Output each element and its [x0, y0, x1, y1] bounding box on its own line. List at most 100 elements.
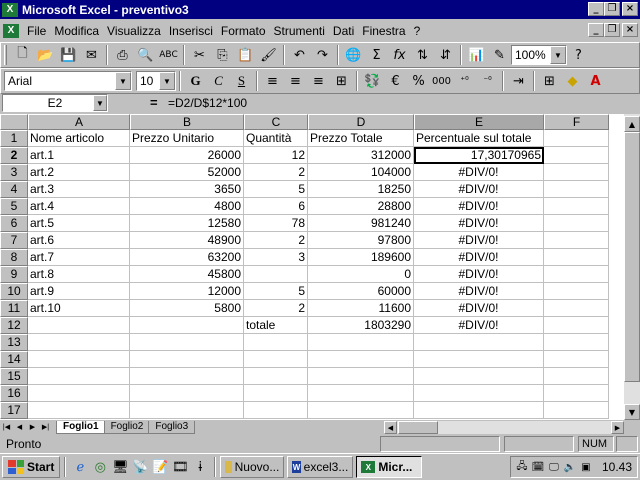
media-player-icon[interactable]: 🎞 [170, 457, 190, 477]
cell-d5[interactable]: 28800 [308, 198, 414, 215]
taskbar-button-excel3[interactable]: W excel3... [287, 456, 354, 478]
last-sheet-icon[interactable]: ▶| [39, 421, 52, 433]
cell-b17[interactable] [130, 402, 244, 419]
column-header-e[interactable]: E [414, 114, 544, 130]
increase-decimal-icon[interactable]: ⁺⁰ [453, 70, 476, 92]
cell-f2[interactable] [544, 147, 609, 164]
cell-b10[interactable]: 12000 [130, 283, 244, 300]
save-icon[interactable]: 💾 [57, 44, 80, 66]
cell-e2[interactable]: 17,30170965 [414, 147, 544, 164]
cell-d8[interactable]: 189600 [308, 249, 414, 266]
bold-button[interactable]: G [184, 70, 207, 92]
indent-icon[interactable]: ⇥ [507, 70, 530, 92]
chart-wizard-icon[interactable]: 📊 [465, 44, 488, 66]
cell-b2[interactable]: 26000 [130, 147, 244, 164]
cell-e12[interactable]: #DIV/0! [414, 317, 544, 334]
cell-f3[interactable] [544, 164, 609, 181]
channels-icon[interactable]: 📡 [130, 457, 150, 477]
cell-c10[interactable]: 5 [244, 283, 308, 300]
cell-c2[interactable]: 12 [244, 147, 308, 164]
volume-icon[interactable]: 🔈 [563, 460, 577, 474]
first-sheet-icon[interactable]: |◀ [0, 421, 13, 433]
cell-b14[interactable] [130, 351, 244, 368]
cell-d11[interactable]: 11600 [308, 300, 414, 317]
cell-c13[interactable] [244, 334, 308, 351]
email-icon[interactable]: ✉ [80, 44, 103, 66]
menu-file[interactable]: File [23, 24, 50, 38]
cell-b5[interactable]: 4800 [130, 198, 244, 215]
row-header[interactable]: 12 [0, 317, 28, 334]
row-header[interactable]: 14 [0, 351, 28, 368]
cell-a11[interactable]: art.10 [28, 300, 130, 317]
maximize-button[interactable]: ❐ [604, 2, 620, 16]
cell-d3[interactable]: 104000 [308, 164, 414, 181]
outlook-express-icon[interactable]: ◎ [90, 457, 110, 477]
toolbar-grip[interactable] [4, 45, 7, 65]
cell-f9[interactable] [544, 266, 609, 283]
workbook-icon[interactable]: X [3, 23, 19, 38]
cell-a3[interactable]: art.2 [28, 164, 130, 181]
cell-f4[interactable] [544, 181, 609, 198]
cell-e16[interactable] [414, 385, 544, 402]
cell-c9[interactable] [244, 266, 308, 283]
vertical-scrollbar[interactable]: ▲ ▼ [624, 114, 640, 420]
monitor-icon[interactable]: 🖵 [547, 460, 561, 474]
cell-a2[interactable]: art.1 [28, 147, 130, 164]
scroll-thumb[interactable] [624, 132, 640, 382]
row-header[interactable]: 4 [0, 181, 28, 198]
internet-explorer-icon[interactable]: ℯ [70, 457, 90, 477]
scroll-left-icon[interactable]: ◀ [384, 421, 397, 434]
undo-icon[interactable]: ↶ [288, 44, 311, 66]
cell-d9[interactable]: 0 [308, 266, 414, 283]
start-button[interactable]: Start [2, 456, 61, 478]
cell-e13[interactable] [414, 334, 544, 351]
cell-f16[interactable] [544, 385, 609, 402]
cell-e10[interactable]: #DIV/0! [414, 283, 544, 300]
sheet-tab-foglio3[interactable]: Foglio3 [148, 420, 196, 434]
taskbar-button-excel[interactable]: X Micr... [356, 456, 423, 478]
cell-a15[interactable] [28, 368, 130, 385]
sheet-tab-foglio2[interactable]: Foglio2 [103, 420, 151, 434]
menu-modifica[interactable]: Modifica [50, 24, 103, 38]
column-header-a[interactable]: A [28, 114, 130, 130]
decrease-decimal-icon[interactable]: ⁻⁰ [476, 70, 499, 92]
cell-f1[interactable] [544, 130, 609, 147]
cell-d6[interactable]: 981240 [308, 215, 414, 232]
doc-restore-button[interactable]: ❐ [604, 23, 620, 37]
cell-e7[interactable]: #DIV/0! [414, 232, 544, 249]
row-header[interactable]: 3 [0, 164, 28, 181]
cell-f6[interactable] [544, 215, 609, 232]
name-box[interactable]: E2 ▼ [2, 94, 108, 112]
row-header[interactable]: 16 [0, 385, 28, 402]
cell-c3[interactable]: 2 [244, 164, 308, 181]
menu-inserisci[interactable]: Inserisci [165, 24, 217, 38]
cell-d7[interactable]: 97800 [308, 232, 414, 249]
scroll-down-icon[interactable]: ▼ [624, 404, 640, 420]
cell-b7[interactable]: 48900 [130, 232, 244, 249]
cell-d2[interactable]: 312000 [308, 147, 414, 164]
hscroll-thumb[interactable] [398, 421, 438, 434]
cell-a6[interactable]: art.5 [28, 215, 130, 232]
cell-b16[interactable] [130, 385, 244, 402]
cell-e1[interactable]: Percentuale sul totale [414, 130, 544, 147]
new-document-icon[interactable]: 🗋 [11, 44, 34, 66]
align-center-icon[interactable]: ≡ [284, 70, 307, 92]
open-folder-icon[interactable]: 📂 [34, 44, 57, 66]
sort-ascending-icon[interactable]: ⇅ [411, 44, 434, 66]
cell-a5[interactable]: art.4 [28, 198, 130, 215]
doc-close-button[interactable]: × [622, 23, 638, 37]
cell-c16[interactable] [244, 385, 308, 402]
row-header[interactable]: 9 [0, 266, 28, 283]
cell-f14[interactable] [544, 351, 609, 368]
cell-e3[interactable]: #DIV/0! [414, 164, 544, 181]
cell-f7[interactable] [544, 232, 609, 249]
cell-a13[interactable] [28, 334, 130, 351]
cell-c15[interactable] [244, 368, 308, 385]
cell-b11[interactable]: 5800 [130, 300, 244, 317]
italic-button[interactable]: C [207, 70, 230, 92]
formula-input[interactable]: =D2/D$12*100 [168, 96, 247, 110]
zoom-combo[interactable]: 100% ▼ [511, 45, 567, 65]
row-header[interactable]: 15 [0, 368, 28, 385]
horizontal-scrollbar[interactable]: ◀ ▶ [384, 421, 624, 434]
menu-finestra[interactable]: Finestra [358, 24, 409, 38]
